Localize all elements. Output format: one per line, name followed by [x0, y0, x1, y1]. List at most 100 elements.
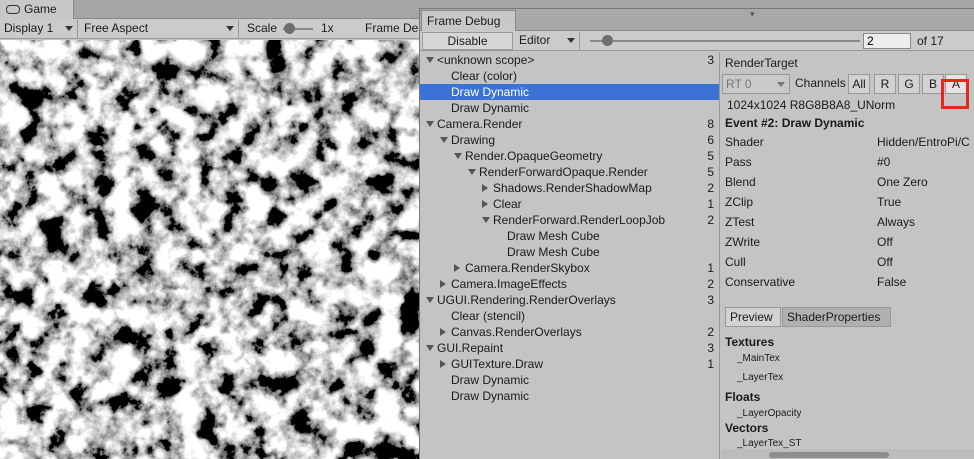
- tree-item[interactable]: Camera.ImageEffects 2: [420, 276, 719, 292]
- tab-frame-debug[interactable]: Frame Debug: [421, 10, 516, 31]
- expand-arrow-right-icon[interactable]: [440, 360, 446, 368]
- display-dropdown-label: Display 1: [4, 21, 54, 35]
- tree-item[interactable]: Draw Dynamic: [420, 84, 719, 100]
- floats-section-title: Floats: [725, 390, 761, 404]
- tree-item[interactable]: GUI.Repaint 3: [420, 340, 719, 356]
- tree-item[interactable]: RenderForward.RenderLoopJob 2: [420, 212, 719, 228]
- property-value: Off: [877, 255, 893, 269]
- tree-item[interactable]: Draw Dynamic: [420, 372, 719, 388]
- render-target-toolbar: RT 0 Channels All R G B A: [722, 74, 974, 94]
- tree-item[interactable]: <unknown scope> 3: [420, 52, 719, 68]
- tab-preview[interactable]: Preview: [725, 307, 781, 327]
- event-slider-thumb[interactable]: [602, 35, 613, 46]
- tree-item[interactable]: Draw Dynamic: [420, 388, 719, 404]
- tree-item[interactable]: Shadows.RenderShadowMap 2: [420, 180, 719, 196]
- expand-arrow-right-icon[interactable]: [440, 328, 446, 336]
- tree-item-label: RenderForwardOpaque.Render: [479, 165, 648, 179]
- noise-texture: [0, 40, 420, 459]
- expand-arrow-down-icon[interactable]: [426, 345, 434, 351]
- channel-g-button[interactable]: G: [898, 74, 920, 94]
- tree-item[interactable]: GUITexture.Draw 1: [420, 356, 719, 372]
- scale-slider-thumb[interactable]: [284, 23, 295, 34]
- expand-arrow-right-icon[interactable]: [482, 184, 488, 192]
- event-index-input[interactable]: [863, 33, 911, 49]
- tree-item[interactable]: Draw Dynamic: [420, 100, 719, 116]
- tree-item[interactable]: Draw Mesh Cube: [420, 244, 719, 260]
- tab-game[interactable]: Game: [0, 0, 74, 19]
- expand-arrow-down-icon[interactable]: [468, 169, 476, 175]
- tree-item-label: Canvas.RenderOverlays: [451, 325, 582, 339]
- tree-item-count: 5: [707, 149, 714, 163]
- property-row: Shader Hidden/EntroPi/C: [725, 135, 974, 151]
- property-value: #0: [877, 155, 891, 169]
- gamepad-icon: [6, 5, 20, 14]
- channel-r-button[interactable]: R: [874, 74, 896, 94]
- property-row: Conservative False: [725, 275, 974, 291]
- tree-item-count: 2: [707, 213, 714, 227]
- window-menu-icon[interactable]: ▾: [750, 9, 756, 19]
- tree-item-count: 8: [707, 117, 714, 131]
- render-target-dropdown-label: RT 0: [726, 77, 752, 91]
- property-row: ZTest Always: [725, 215, 974, 231]
- tree-item-label: Draw Dynamic: [451, 85, 530, 99]
- tree-item[interactable]: Clear (color): [420, 68, 719, 84]
- tree-item-label: GUITexture.Draw: [451, 357, 544, 371]
- expand-arrow-down-icon[interactable]: [482, 217, 490, 223]
- expand-arrow-down-icon[interactable]: [426, 121, 434, 127]
- property-value: False: [877, 275, 907, 289]
- tree-item-label: Clear (color): [451, 69, 518, 83]
- frame-debugger-toggle-label[interactable]: Frame De: [365, 21, 418, 35]
- tree-item-label: Clear (stencil): [451, 309, 526, 323]
- target-dropdown-label: Editor: [519, 33, 551, 47]
- expand-arrow-right-icon[interactable]: [482, 200, 488, 208]
- vector-item: _LayerTex_ST: [737, 438, 802, 449]
- expand-arrow-down-icon[interactable]: [426, 57, 434, 63]
- expand-arrow-down-icon[interactable]: [440, 137, 448, 143]
- tree-item[interactable]: Camera.Render 8: [420, 116, 719, 132]
- tree-item[interactable]: Canvas.RenderOverlays 2: [420, 324, 719, 340]
- channel-a-highlight-box: [941, 79, 969, 109]
- tree-item[interactable]: Drawing 6: [420, 132, 719, 148]
- tree-item-count: 1: [707, 197, 714, 211]
- event-detail-panel: RenderTarget RT 0 Channels All R G B A 1…: [721, 52, 974, 459]
- tree-item[interactable]: Clear 1: [420, 196, 719, 212]
- tree-item[interactable]: Render.OpaqueGeometry 5: [420, 148, 719, 164]
- tree-item[interactable]: UGUI.Rendering.RenderOverlays 3: [420, 292, 719, 308]
- render-target-format: 1024x1024 R8G8B8A8_UNorm: [727, 98, 896, 112]
- property-value: Hidden/EntroPi/C: [877, 135, 970, 149]
- tree-item[interactable]: Camera.RenderSkybox 1: [420, 260, 719, 276]
- tree-item[interactable]: RenderForwardOpaque.Render 5: [420, 164, 719, 180]
- target-dropdown[interactable]: Editor: [516, 32, 580, 50]
- tree-item-count: 5: [707, 165, 714, 179]
- expand-arrow-down-icon[interactable]: [454, 153, 462, 159]
- tree-item[interactable]: Clear (stencil): [420, 308, 719, 324]
- horizontal-scrollbar-thumb[interactable]: [769, 452, 889, 458]
- property-key: Blend: [725, 175, 756, 189]
- tree-item-label: UGUI.Rendering.RenderOverlays: [437, 293, 616, 307]
- channel-all-button[interactable]: All: [848, 74, 870, 94]
- chevron-down-icon: [567, 38, 575, 43]
- tab-shader-properties[interactable]: ShaderProperties: [782, 307, 891, 327]
- horizontal-scrollbar[interactable]: [721, 449, 974, 459]
- tree-item-label: RenderForward.RenderLoopJob: [493, 213, 666, 227]
- expand-arrow-right-icon[interactable]: [454, 264, 460, 272]
- expand-arrow-down-icon[interactable]: [426, 297, 434, 303]
- tree-item-label: Draw Dynamic: [451, 389, 530, 403]
- disable-button[interactable]: Disable: [422, 32, 513, 50]
- render-target-dropdown[interactable]: RT 0: [722, 74, 790, 94]
- aspect-dropdown[interactable]: Free Aspect: [80, 20, 239, 38]
- event-slider-track[interactable]: [590, 40, 860, 42]
- event-total-label: of 17: [917, 34, 944, 48]
- display-dropdown[interactable]: Display 1: [0, 20, 78, 38]
- event-tree: <unknown scope> 3 Clear (color) Draw Dynami…: [420, 52, 720, 459]
- property-key: Shader: [725, 135, 764, 149]
- property-row: Blend One Zero: [725, 175, 974, 191]
- tree-item-label: Draw Mesh Cube: [507, 245, 600, 259]
- tree-item-label: Camera.Render: [437, 117, 523, 131]
- expand-arrow-right-icon[interactable]: [440, 280, 446, 288]
- tree-item[interactable]: Draw Mesh Cube: [420, 228, 719, 244]
- property-value: True: [877, 195, 902, 209]
- scale-label: Scale: [247, 21, 278, 35]
- tree-item-count: 1: [707, 357, 714, 371]
- game-view-render: [0, 40, 420, 459]
